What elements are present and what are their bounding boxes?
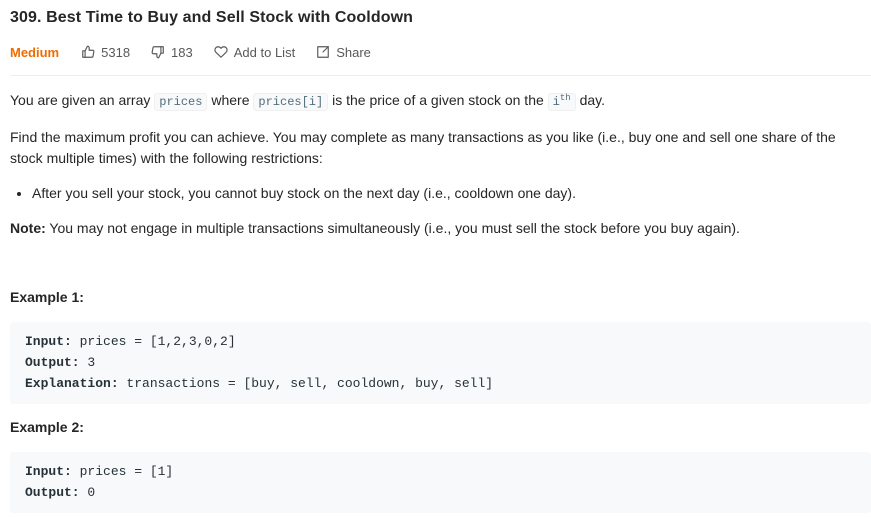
dislike-button[interactable]: 183 — [151, 45, 193, 60]
dislikes-count: 183 — [171, 44, 193, 60]
share-button[interactable]: Share — [316, 45, 371, 60]
header-divider — [10, 75, 871, 76]
problem-meta-bar: Medium 5318 183 Add to List Share — [10, 43, 392, 61]
note-text: You may not engage in multiple transacti… — [45, 220, 740, 236]
description-paragraph-1: You are given an array prices where pric… — [10, 92, 605, 111]
example-2-heading: Example 2: — [10, 419, 84, 435]
difficulty-badge: Medium — [10, 44, 60, 60]
example-1-block: Input: prices = [1,2,3,0,2] Output: 3 Ex… — [10, 322, 871, 404]
code-prices: prices — [154, 93, 208, 111]
likes-count: 5318 — [101, 44, 131, 60]
problem-page: 309. Best Time to Buy and Sell Stock wit… — [0, 0, 871, 517]
example-2-output: Output: 0 — [25, 485, 96, 500]
thumbs-up-icon — [82, 45, 95, 58]
example-1-explanation: Explanation: transactions = [buy, sell, … — [25, 376, 494, 391]
add-to-list-label: Add to List — [233, 44, 296, 60]
note-label: Note: — [10, 220, 46, 236]
description-paragraph-2: Find the maximum profit you can achieve.… — [10, 129, 836, 166]
example-1-output: Output: 3 — [25, 355, 96, 370]
heart-icon — [214, 46, 228, 58]
example-2-block: Input: prices = [1] Output: 0 — [10, 452, 871, 513]
example-2-input: Input: prices = [1] — [25, 464, 174, 479]
restrictions-list: After you sell your stock, you cannot bu… — [32, 183, 871, 204]
thumbs-down-icon — [151, 46, 164, 59]
problem-title: 309. Best Time to Buy and Sell Stock wit… — [10, 9, 413, 26]
like-button[interactable]: 5318 — [81, 45, 130, 60]
add-to-list-button[interactable]: Add to List — [214, 45, 295, 60]
example-1-input: Input: prices = [1,2,3,0,2] — [25, 334, 236, 349]
note-paragraph: Note: You may not engage in multiple tra… — [10, 218, 871, 239]
example-1-heading: Example 1: — [10, 289, 84, 305]
code-ith: ith — [547, 93, 576, 111]
code-prices-i: prices[i] — [253, 93, 329, 111]
share-icon — [317, 46, 330, 58]
restriction-item: After you sell your stock, you cannot bu… — [32, 183, 871, 204]
problem-description: You are given an array prices where pric… — [10, 88, 871, 253]
share-label: Share — [336, 44, 371, 60]
